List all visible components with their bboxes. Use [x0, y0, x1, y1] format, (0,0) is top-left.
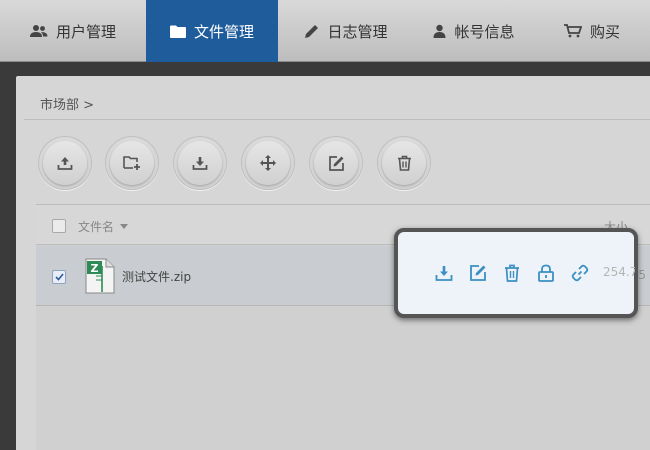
- file-name[interactable]: 测试文件.zip: [122, 268, 191, 285]
- move-button[interactable]: [241, 136, 295, 190]
- nav-label-account: 帐号信息: [454, 22, 515, 41]
- zip-file-icon: Z: [84, 258, 116, 298]
- download-icon: [435, 266, 453, 281]
- link-icon: [571, 264, 589, 282]
- popup-file-size: 254.75: [603, 265, 635, 279]
- checkmark-icon: [54, 273, 64, 281]
- nav-item-logs[interactable]: 日志管理: [278, 0, 414, 62]
- svg-text:Z: Z: [91, 262, 99, 275]
- pencil-icon: [305, 24, 319, 38]
- delete-icon: [505, 264, 519, 282]
- lock-icon: [538, 264, 554, 282]
- user-icon: [433, 24, 446, 38]
- edit-icon: [328, 155, 344, 171]
- new-folder-button[interactable]: [105, 136, 159, 190]
- folder-icon: [169, 25, 186, 38]
- delete-icon: [397, 155, 411, 171]
- users-icon: [29, 25, 48, 37]
- nav-label-files: 文件管理: [193, 22, 254, 41]
- edit-button[interactable]: [309, 136, 363, 190]
- row-download-button[interactable]: [434, 263, 454, 283]
- edit-icon: [470, 265, 486, 281]
- row-delete-button[interactable]: [502, 263, 522, 283]
- nav-label-buy: 购买: [589, 22, 620, 41]
- divider: [24, 119, 650, 120]
- name-column-header[interactable]: 文件名: [78, 218, 129, 235]
- new-folder-icon: [122, 156, 140, 170]
- cart-icon: [563, 24, 582, 38]
- breadcrumb[interactable]: 市场部 >: [40, 94, 94, 113]
- nav-label-logs: 日志管理: [327, 22, 388, 41]
- upload-button[interactable]: [38, 136, 92, 190]
- move-icon: [260, 155, 276, 171]
- top-nav: 用户管理 文件管理 日志管理 帐号信息 购买: [0, 0, 650, 62]
- row-edit-button[interactable]: [468, 263, 488, 283]
- nav-item-files[interactable]: 文件管理: [146, 0, 278, 62]
- upload-icon: [57, 157, 73, 170]
- nav-item-account[interactable]: 帐号信息: [414, 0, 534, 62]
- name-column-label: 文件名: [78, 220, 115, 234]
- row-lock-button[interactable]: [536, 263, 556, 283]
- row-link-button[interactable]: [570, 263, 590, 283]
- row-checkbox[interactable]: [52, 270, 66, 284]
- row-actions-popup: 254.75: [394, 228, 638, 318]
- delete-button[interactable]: [377, 136, 431, 190]
- nav-item-users[interactable]: 用户管理: [0, 0, 146, 62]
- nav-label-users: 用户管理: [55, 22, 116, 41]
- download-icon: [192, 157, 208, 170]
- select-all-checkbox[interactable]: [52, 219, 66, 233]
- nav-item-buy[interactable]: 购买: [534, 0, 650, 62]
- download-button[interactable]: [173, 136, 227, 190]
- caret-down-icon: [120, 224, 129, 229]
